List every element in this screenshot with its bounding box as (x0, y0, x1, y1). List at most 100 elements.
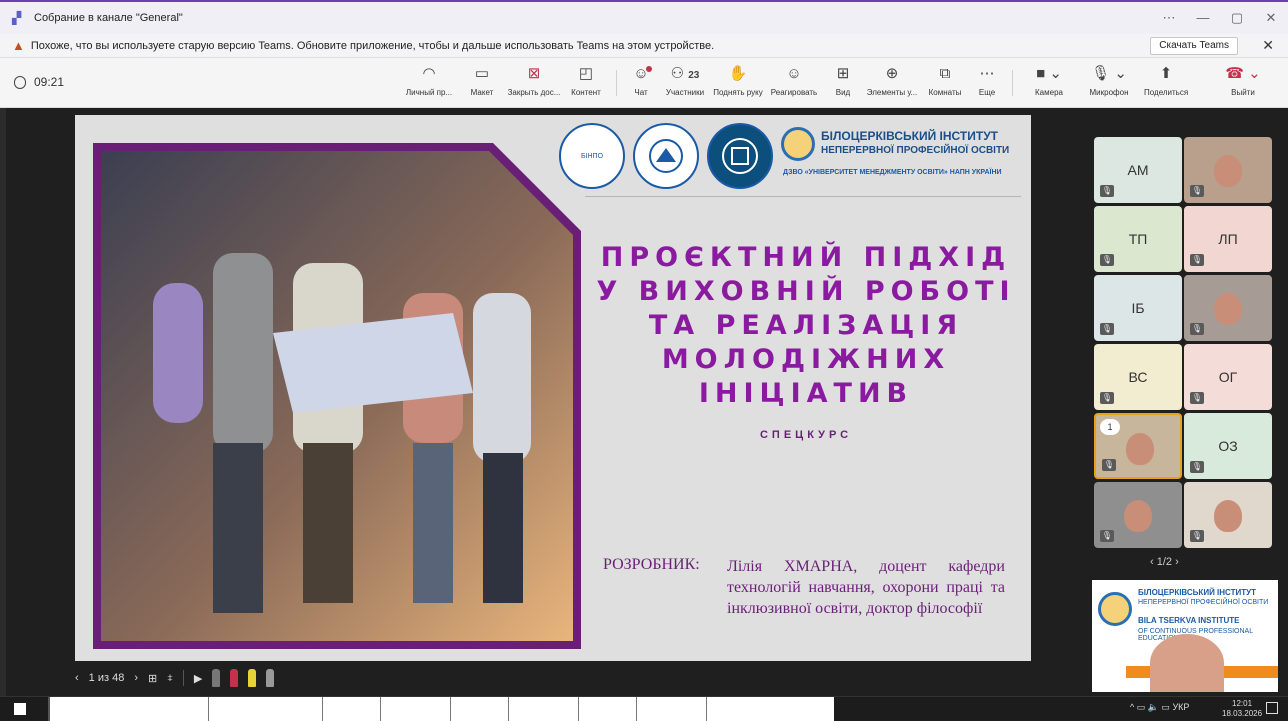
layout-icon: ▭ (474, 65, 490, 82)
timer-text: 09:21 (34, 75, 65, 89)
update-warning-bar: ▲ Похоже, что вы используете старую верс… (0, 34, 1288, 58)
emoji-icon: ☺ (786, 65, 802, 82)
stop-share-icon: ⊠ (527, 65, 541, 82)
notifications-icon[interactable] (1266, 702, 1278, 714)
window-controls: ⋯ — ▢ ✕ (1152, 2, 1288, 34)
settings-sliders-icon[interactable]: ⧧ (167, 672, 173, 685)
maximize-button[interactable]: ▢ (1220, 2, 1254, 34)
chat-button[interactable]: ☺ Чат (626, 64, 656, 104)
mic-muted-icon: 🎙 (1100, 185, 1114, 197)
apps-button[interactable]: ⊕ Элементы у... (864, 64, 920, 104)
highlighter-icon[interactable] (248, 669, 257, 687)
meeting-toolbar: 09:21 ◠ Личный пр... ▭ Макет ⊠ Закрыть д… (0, 58, 1288, 108)
ellipsis-icon: ⋯ (979, 65, 995, 82)
institute-subname: НЕПЕРЕРВНОЇ ПРОФЕСІЙНОЇ ОСВІТИ (821, 145, 1010, 156)
institute-affiliation: ДЗВО «УНІВЕРСИТЕТ МЕНЕДЖМЕНТУ ОСВІТИ» НА… (783, 169, 1002, 176)
more-button[interactable]: ⋯ Еще (972, 64, 1002, 104)
react-button[interactable]: ☺ Реагировать (768, 64, 820, 104)
promo-video-tile: БІЛОЦЕРКІВСЬКИЙ ІНСТИТУТ НЕПЕРЕРВНОЇ ПРО… (1092, 580, 1278, 692)
participant-tile[interactable]: ІБ 🎙 (1094, 275, 1182, 341)
participants-count: 23 (688, 70, 700, 81)
shield-icon (14, 75, 26, 89)
pen-gray-icon[interactable] (212, 669, 221, 687)
title-line: МОЛОДІЖНИХ (661, 344, 951, 375)
windows-start-icon[interactable] (14, 703, 26, 715)
slide-subtitle: СПЕЦКУРС (759, 429, 853, 441)
next-slide-button[interactable]: › (134, 672, 138, 684)
participant-tile[interactable]: ОГ 🎙 (1184, 344, 1272, 410)
participants-button[interactable]: ⚇ 23 Участники (662, 64, 708, 104)
teams-icon: ▞ (12, 11, 22, 25)
participant-tile[interactable]: АМ 🎙 (1094, 137, 1182, 203)
chat-unread-dot (646, 66, 652, 72)
participant-video (1214, 293, 1242, 325)
microphone-icon: 🎙 ⌄ (1091, 65, 1127, 82)
more-options-icon[interactable]: ⋯ (1152, 2, 1186, 34)
toolbar-divider (182, 670, 184, 686)
stage-border (0, 108, 6, 696)
participant-tile[interactable]: 1 🎙 (1094, 413, 1182, 479)
stop-sharing-button[interactable]: ⊠ Закрыть дос... (506, 64, 562, 104)
personal-button[interactable]: ◠ Личный пр... (402, 64, 456, 104)
title-line: ІНІЦІАТИВ (698, 378, 914, 409)
participant-avatar: ВС (1128, 369, 1148, 385)
view-button[interactable]: ⊞ Вид (830, 64, 856, 104)
clock[interactable]: 12:01 18.03.2026 (1222, 699, 1262, 719)
title-line: У ВИХОВНІЙ РОБОТІ (596, 276, 1016, 307)
share-button[interactable]: ⬆ Поделиться (1144, 64, 1188, 104)
participant-tile[interactable]: 🎙 (1184, 482, 1272, 548)
title-line: ТА РЕАЛІЗАЦІЯ (648, 310, 964, 341)
participant-tile[interactable]: 🎙 (1184, 275, 1272, 341)
participant-tile[interactable]: ОЗ 🎙 (1184, 413, 1272, 479)
presentation-slide: БІНПО БІЛОЦЕРКІВСЬКИЙ ІНСТИТУТ НЕПЕРЕРВН… (75, 115, 1031, 661)
warning-icon: ▲ (12, 38, 25, 53)
prev-slide-button[interactable]: ‹ (75, 672, 79, 684)
camera-button[interactable]: ■ ⌄ Камера (1024, 64, 1074, 104)
participant-avatar: ОЗ (1218, 438, 1238, 454)
author-label: РОЗРОБНИК: (603, 556, 700, 573)
language-indicator[interactable]: УКР (1172, 702, 1189, 712)
download-teams-button[interactable]: Скачать Teams (1150, 37, 1238, 55)
participant-avatar: ОГ (1218, 369, 1238, 385)
grid-view-icon[interactable]: ⊞ (148, 672, 157, 685)
system-tray[interactable]: ^ ▭ 🔈 ▭ УКР (1130, 702, 1189, 713)
mic-muted-icon: 🎙 (1190, 392, 1204, 404)
taskbar-window-strip (48, 697, 834, 721)
mic-muted-icon: 🎙 (1190, 185, 1204, 197)
mic-muted-icon: 🎙 (1102, 459, 1116, 471)
window-title: Собрание в канале "General" (34, 12, 183, 24)
institute-emblem (1098, 592, 1132, 626)
pen-red-icon[interactable] (230, 669, 239, 687)
raise-hand-button[interactable]: ✋ Поднять руку (710, 64, 766, 104)
mic-muted-icon: 🎙 (1190, 323, 1204, 335)
minimize-button[interactable]: — (1186, 2, 1220, 34)
eraser-icon[interactable] (266, 669, 275, 687)
participant-video (1214, 500, 1242, 532)
rooms-icon: ⧉ (939, 65, 951, 82)
participant-tile[interactable]: 🎙 (1184, 137, 1272, 203)
participant-video (1126, 433, 1154, 465)
content-icon: ◰ (578, 65, 594, 82)
pointer-icon[interactable]: ▶ (194, 672, 202, 685)
participant-tile[interactable]: ТП 🎙 (1094, 206, 1182, 272)
participant-tile[interactable]: ВС 🎙 (1094, 344, 1182, 410)
institute-emblem (781, 127, 815, 161)
mic-muted-icon: 🎙 (1100, 323, 1114, 335)
rooms-button[interactable]: ⧉ Комнаты (926, 64, 964, 104)
broadcast-icon: ◠ (422, 65, 436, 82)
toolbar-divider (1012, 70, 1013, 96)
content-button[interactable]: ◰ Контент (566, 64, 606, 104)
close-warning-button[interactable]: ✕ (1262, 37, 1274, 54)
leave-button[interactable]: ☎ ⌄ Выйти (1210, 64, 1276, 104)
participant-avatar: ТП (1128, 231, 1148, 247)
close-window-button[interactable]: ✕ (1254, 2, 1288, 34)
mic-muted-icon: 🎙 (1100, 392, 1114, 404)
layout-button[interactable]: ▭ Макет (466, 64, 498, 104)
participant-avatar: ІБ (1131, 300, 1145, 316)
academy-logo (633, 123, 699, 189)
microphone-button[interactable]: 🎙 ⌄ Микрофон (1080, 64, 1138, 104)
gallery-pager[interactable]: ‹ 1/2 › (1150, 556, 1179, 568)
participant-tile[interactable]: ЛП 🎙 (1184, 206, 1272, 272)
participant-tile[interactable]: 🎙 (1094, 482, 1182, 548)
participant-video (1214, 155, 1242, 187)
